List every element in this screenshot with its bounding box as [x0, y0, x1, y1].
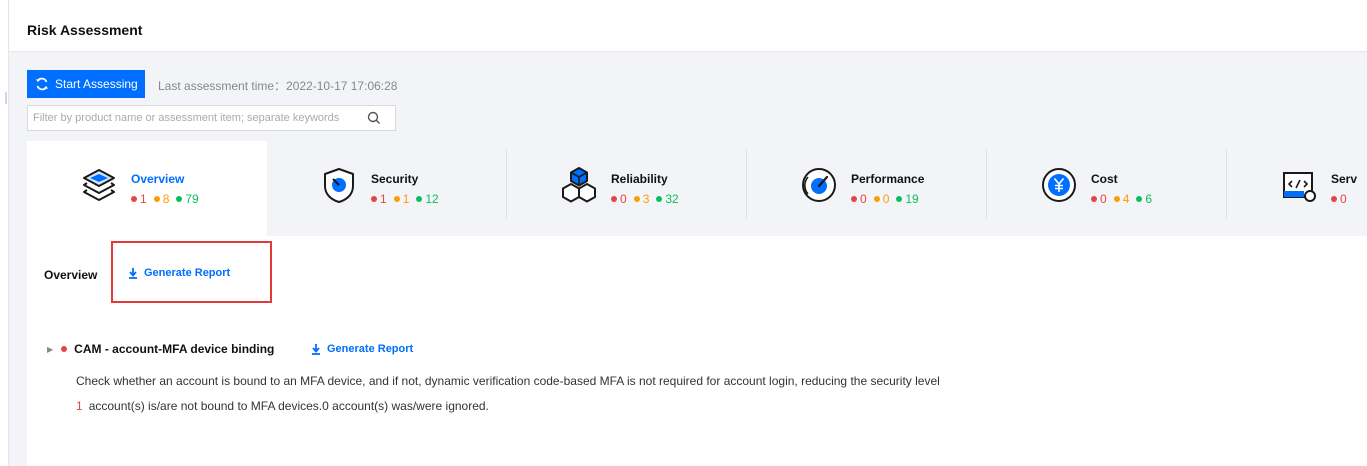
unbound-count: 1	[76, 399, 83, 413]
page-header: Risk Assessment	[9, 8, 1367, 52]
tab-security-label: Security	[371, 172, 419, 186]
generate-report-label: Generate Report	[144, 267, 231, 279]
medium-risk-count: 0	[873, 192, 889, 206]
tab-reliability-label: Reliability	[611, 172, 668, 186]
start-assessing-label: Start Assessing	[55, 77, 138, 91]
risk-item-name: CAM - account-MFA device binding	[74, 342, 275, 356]
panel-title: Overview	[44, 268, 98, 282]
tab-reliability-counts: 0 3 32	[611, 192, 686, 206]
tab-service[interactable]: Serv 0	[1227, 141, 1367, 236]
low-risk-count: 12	[416, 192, 439, 206]
low-risk-count: 32	[656, 192, 679, 206]
risk-item-description: Check whether an account is bound to an …	[76, 374, 940, 388]
tab-security-counts: 1 1 12	[371, 192, 446, 206]
expand-caret-icon[interactable]: ▶	[47, 345, 53, 354]
download-icon	[129, 268, 137, 279]
low-risk-count: 6	[1136, 192, 1152, 206]
low-risk-count: 79	[176, 192, 199, 206]
tab-cost-counts: 046	[1091, 192, 1159, 206]
edge-marker	[5, 92, 7, 104]
search-box	[27, 105, 396, 131]
high-risk-count: 1	[371, 192, 387, 206]
item-generate-report-label: Generate Report	[327, 343, 414, 355]
generate-report-link[interactable]: Generate Report	[128, 267, 230, 279]
tab-performance-counts: 0 0 19	[851, 192, 926, 206]
tab-overview-label: Overview	[131, 172, 185, 186]
high-risk-count: 0	[1091, 192, 1107, 206]
high-risk-count: 0	[611, 192, 627, 206]
yen-icon	[1042, 168, 1076, 202]
category-tabs: Overview 1 8 79 Security 1 1 12 Reliabil…	[27, 141, 1367, 236]
overview-panel: Overview Generate Report ▶ CAM - account…	[27, 236, 1367, 466]
search-icon[interactable]	[367, 111, 381, 125]
tab-overview[interactable]: Overview 1 8 79	[27, 141, 267, 236]
low-risk-count: 19	[896, 192, 919, 206]
medium-risk-count: 1	[393, 192, 409, 206]
last-assessment-time: Last assessment time：2022-10-17 17:06:28	[158, 79, 398, 93]
main-content: Start Assessing Last assessment time：202…	[9, 52, 1367, 466]
gauge-icon	[802, 168, 836, 202]
tab-cost[interactable]: Cost 046	[987, 141, 1227, 236]
tab-overview-counts: 1 8 79	[131, 192, 206, 206]
layers-icon	[83, 169, 115, 201]
page-title: Risk Assessment	[27, 22, 143, 38]
stats-text: account(s) is/are not bound to MFA devic…	[88, 399, 489, 413]
tab-service-counts: 0	[1331, 192, 1354, 206]
item-generate-report-link[interactable]: Generate Report	[311, 343, 413, 355]
tab-cost-label: Cost	[1091, 172, 1118, 186]
tab-reliability[interactable]: Reliability 0 3 32	[507, 141, 747, 236]
start-assessing-button[interactable]: Start Assessing	[27, 70, 145, 98]
high-risk-count: 1	[131, 192, 147, 206]
tab-performance-label: Performance	[851, 172, 925, 186]
risk-item-row[interactable]: ▶ CAM - account-MFA device binding	[47, 342, 274, 356]
high-risk-count: 0	[851, 192, 867, 206]
medium-risk-count: 3	[633, 192, 649, 206]
left-edge	[0, 0, 9, 466]
medium-risk-count: 8	[153, 192, 169, 206]
high-risk-dot	[61, 346, 68, 352]
code-gear-icon	[1283, 172, 1316, 202]
high-risk-count: 0	[1331, 192, 1347, 206]
tab-service-label: Serv	[1331, 172, 1358, 186]
search-input[interactable]	[28, 106, 358, 130]
risk-item-stats: 1 account(s) is/are not bound to MFA devi…	[76, 399, 489, 413]
download-icon	[312, 344, 320, 355]
tab-performance[interactable]: Performance 0 0 19	[747, 141, 987, 236]
refresh-icon	[36, 77, 48, 91]
cubes-icon	[562, 167, 596, 203]
tab-security[interactable]: Security 1 1 12	[267, 141, 507, 236]
shield-icon	[324, 168, 354, 203]
medium-risk-count: 4	[1113, 192, 1129, 206]
